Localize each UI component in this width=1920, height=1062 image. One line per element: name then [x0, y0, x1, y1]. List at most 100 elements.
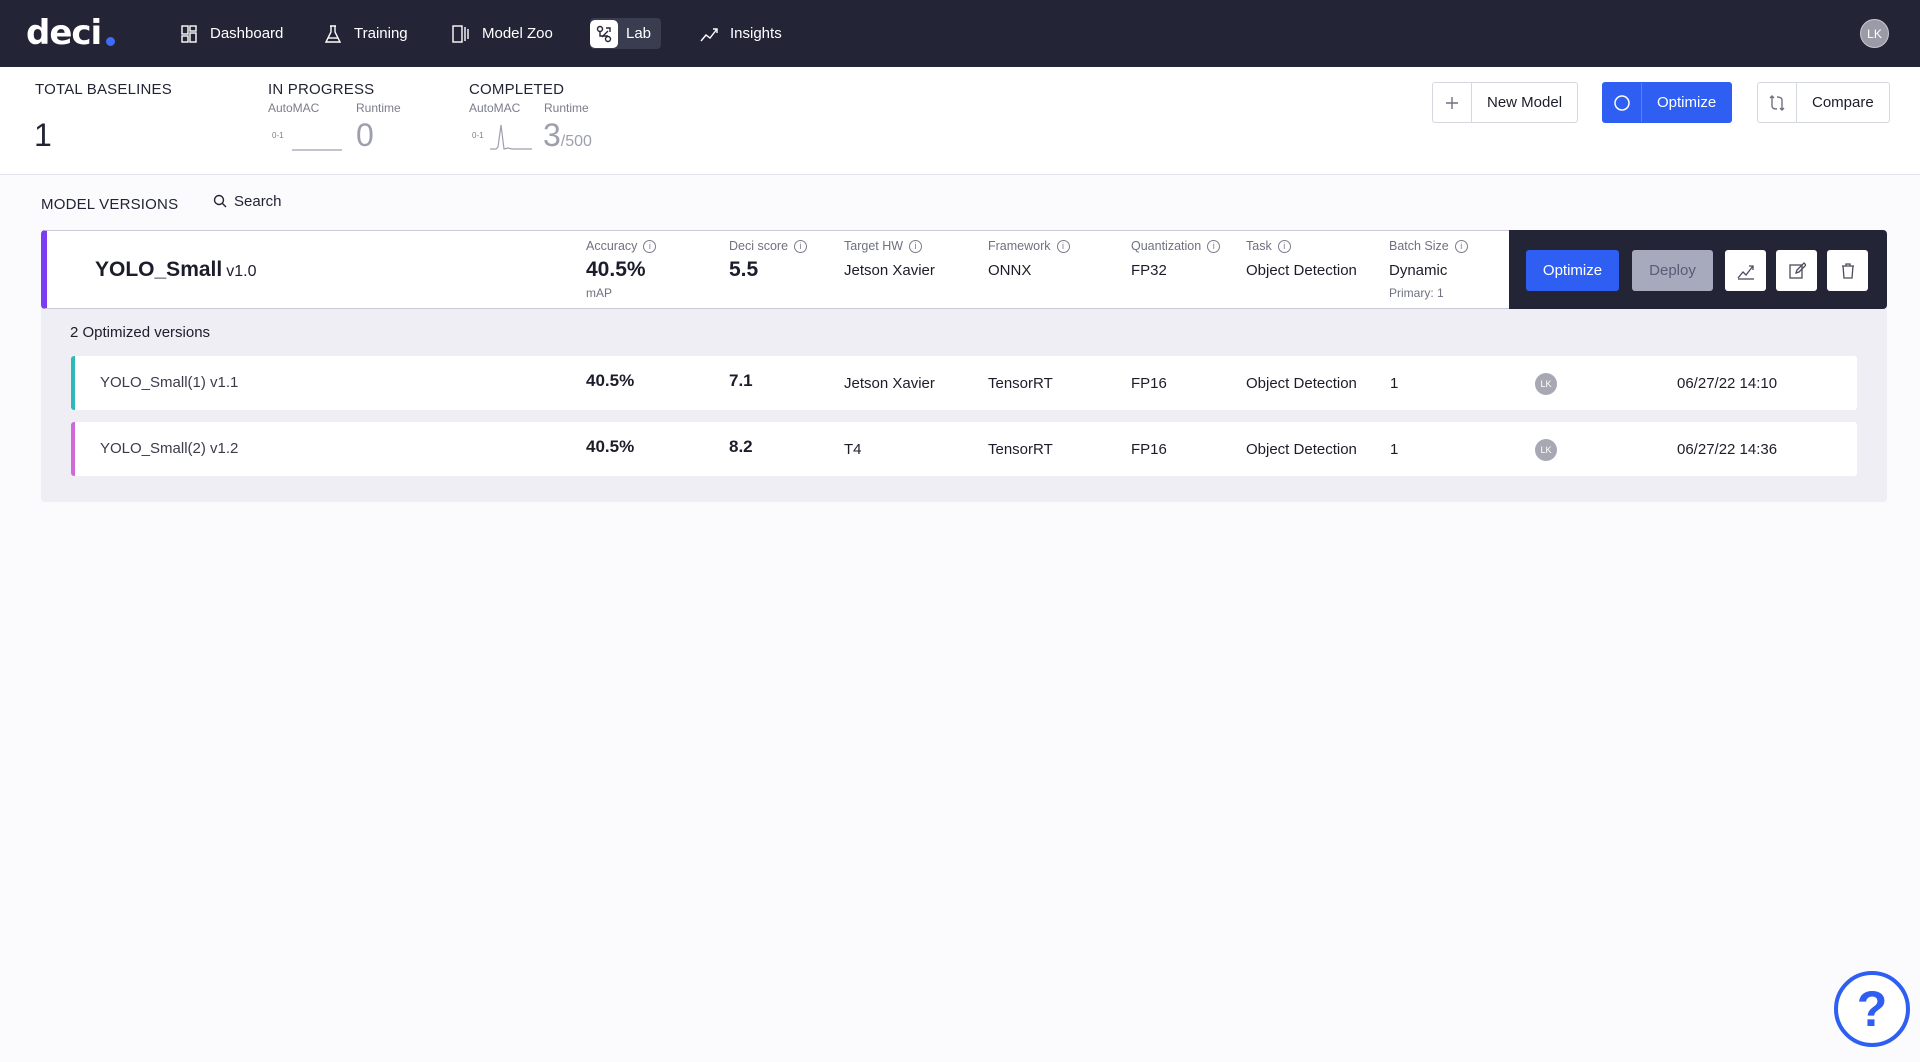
nav-dashboard[interactable]: Dashboard: [172, 18, 289, 49]
nav-training[interactable]: Training: [316, 18, 414, 49]
search-button[interactable]: Search: [213, 193, 282, 210]
row-accuracy: 40.5%: [586, 437, 635, 456]
completed-runtime-label: Runtime: [544, 101, 589, 115]
info-icon[interactable]: i: [794, 239, 808, 253]
nav-model-zoo[interactable]: Model Zoo: [444, 18, 559, 49]
in-progress-spark-label: 0-1: [272, 131, 284, 140]
performance-chart-button[interactable]: [1725, 250, 1766, 291]
completed-runtime-count: 3: [543, 117, 561, 153]
row-date: 06/27/22 14:36: [1677, 441, 1778, 458]
edit-button[interactable]: [1776, 250, 1817, 291]
row-task: Object Detection: [1246, 375, 1357, 392]
model-zoo-icon: [452, 24, 469, 43]
total-baselines-title: TOTAL BASELINES: [35, 81, 172, 98]
in-progress-sparkline: [292, 149, 342, 151]
search-label: Search: [234, 193, 282, 210]
target-hw-header-label: Target HW: [844, 239, 904, 253]
baseline-target-hw: Jetson Xavier: [844, 262, 935, 279]
framework-header-label: Framework: [988, 239, 1051, 253]
baseline-batch-primary: Primary: 1: [1389, 286, 1444, 300]
stats-bar: TOTAL BASELINES 1 IN PROGRESS AutoMAC Ru…: [0, 67, 1920, 175]
new-model-button[interactable]: New Model: [1432, 82, 1579, 123]
deci-score-header: Deci score i: [729, 239, 808, 253]
nav-insights[interactable]: Insights: [692, 18, 788, 49]
dashboard-icon: [181, 24, 197, 43]
info-icon[interactable]: i: [1454, 239, 1468, 253]
baseline-name: YOLO_Small v1.0: [95, 258, 256, 282]
completed-sparkline: [490, 124, 532, 150]
info-icon[interactable]: i: [1056, 239, 1070, 253]
plus-icon: [1433, 83, 1472, 122]
row-color-bar: [71, 356, 75, 410]
deci-logo[interactable]: deci: [26, 13, 102, 53]
compare-button[interactable]: Compare: [1757, 82, 1890, 123]
batch-size-header-label: Batch Size: [1389, 239, 1449, 253]
delete-button[interactable]: [1827, 250, 1868, 291]
row-quantization: FP16: [1131, 441, 1167, 458]
task-header: Task i: [1246, 239, 1291, 253]
search-icon: [213, 194, 227, 208]
nav-lab[interactable]: Lab: [590, 18, 662, 49]
flask-icon: [324, 24, 342, 43]
completed-title: COMPLETED: [469, 81, 565, 98]
nav-dashboard-label: Dashboard: [210, 25, 284, 42]
info-icon[interactable]: i: [643, 239, 657, 253]
row-batch: 1: [1390, 441, 1399, 458]
quantization-header: Quantization i: [1131, 239, 1221, 253]
top-navbar: deci Dashboard Training Model Zoo Lab In…: [0, 0, 1920, 67]
info-icon[interactable]: i: [1207, 239, 1221, 253]
completed-runtime-total: /500: [560, 133, 592, 150]
batch-size-header: Batch Size i: [1389, 239, 1468, 253]
row-framework: TensorRT: [988, 375, 1053, 392]
framework-header: Framework i: [988, 239, 1070, 253]
row-task: Object Detection: [1246, 441, 1357, 458]
compare-icon: [1758, 83, 1797, 122]
total-baselines-value: 1: [34, 117, 52, 153]
accuracy-header-label: Accuracy: [586, 239, 638, 253]
logo-dot: [106, 37, 115, 46]
trash-icon: [1841, 262, 1854, 279]
help-button[interactable]: ?: [1834, 971, 1910, 1047]
nav-model-zoo-label: Model Zoo: [482, 25, 553, 42]
chart-trend-icon: [1737, 264, 1754, 280]
baseline-optimize-button[interactable]: Optimize: [1526, 250, 1619, 291]
table-row[interactable]: [71, 356, 1857, 410]
completed-spark-label: 0-1: [472, 131, 484, 140]
info-icon[interactable]: i: [909, 239, 923, 253]
optimized-versions-count: 2 Optimized versions: [70, 324, 211, 341]
accuracy-header: Accuracy i: [586, 239, 657, 253]
optimize-label: Optimize: [1657, 94, 1717, 111]
row-avatar: LK: [1535, 439, 1557, 461]
row-avatar: LK: [1535, 373, 1557, 395]
row-deci-score: 8.2: [729, 437, 753, 456]
target-hw-header: Target HW i: [844, 239, 923, 253]
info-icon[interactable]: i: [1277, 239, 1291, 253]
lab-icon-box: [590, 19, 618, 48]
lab-icon: [596, 25, 612, 42]
baseline-batch-size: Dynamic: [1389, 262, 1448, 279]
row-batch: 1: [1390, 375, 1399, 392]
row-quantization: FP16: [1131, 375, 1167, 392]
baseline-quantization: FP32: [1131, 262, 1167, 279]
row-model-name: YOLO_Small(1) v1.1: [100, 374, 239, 391]
user-avatar[interactable]: LK: [1860, 19, 1889, 48]
row-accuracy: 40.5%: [586, 371, 635, 390]
task-header-label: Task: [1246, 239, 1272, 253]
table-row[interactable]: [71, 422, 1857, 476]
baseline-deploy-button[interactable]: Deploy: [1632, 250, 1713, 291]
row-deci-score: 7.1: [729, 371, 753, 390]
optimize-button[interactable]: Optimize: [1602, 82, 1733, 123]
model-versions-title: MODEL VERSIONS: [41, 196, 179, 213]
in-progress-runtime-label: Runtime: [356, 101, 401, 115]
in-progress-runtime-value: 0: [356, 117, 374, 153]
row-target-hw: T4: [844, 441, 862, 458]
compare-label: Compare: [1812, 94, 1874, 111]
in-progress-automac-label: AutoMAC: [268, 101, 320, 115]
row-date: 06/27/22 14:10: [1677, 375, 1778, 392]
baseline-framework: ONNX: [988, 262, 1032, 279]
deci-score-header-label: Deci score: [729, 239, 789, 253]
nav-lab-label: Lab: [626, 25, 652, 42]
quantization-header-label: Quantization: [1131, 239, 1202, 253]
row-framework: TensorRT: [988, 441, 1053, 458]
edit-icon: [1788, 261, 1806, 279]
